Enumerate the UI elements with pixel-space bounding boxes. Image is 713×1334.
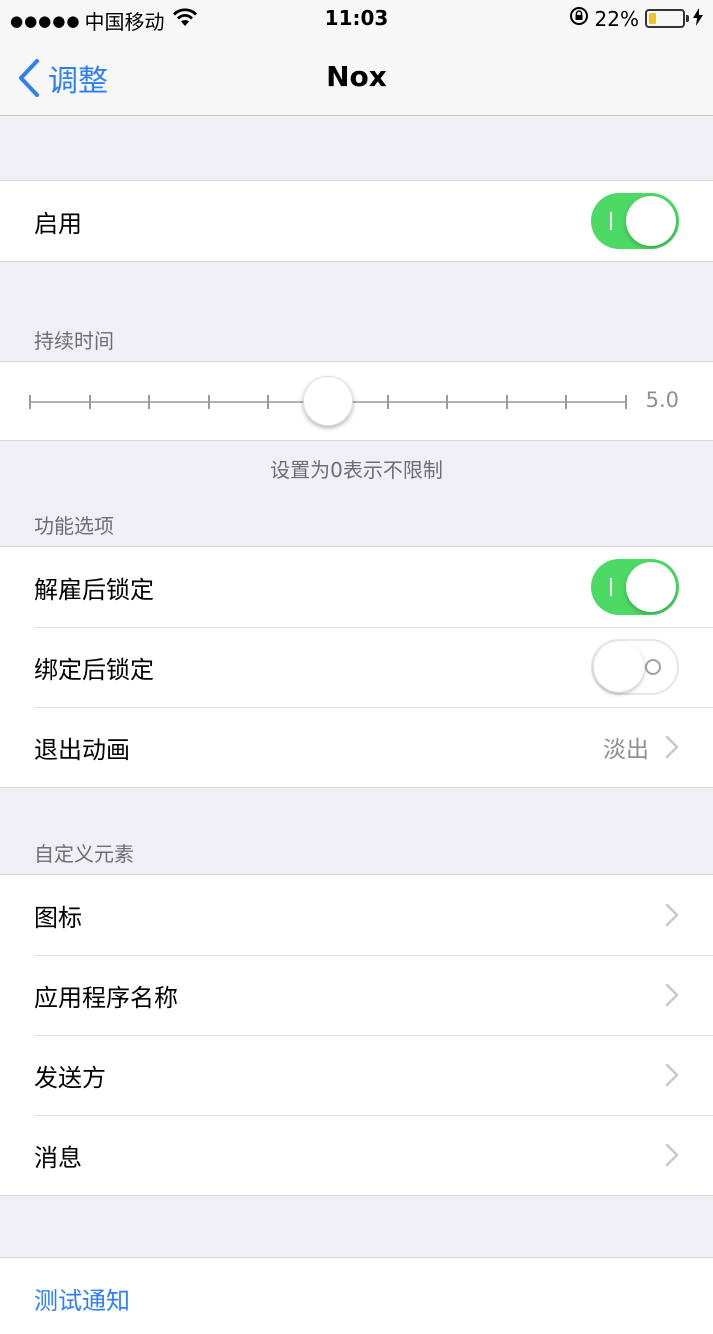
custom-item-label: 应用程序名称 <box>34 983 178 1012</box>
enable-cell: 启用 <box>0 181 713 261</box>
slider-tick <box>267 395 270 409</box>
custom-item-label: 发送方 <box>34 1063 106 1092</box>
switch-on-mark-icon <box>610 212 612 230</box>
enable-label: 启用 <box>34 209 82 238</box>
test-group: 测试通知 <box>0 1257 713 1334</box>
switch-on-mark-icon <box>610 578 612 596</box>
duration-group: 5.0 <box>0 361 713 441</box>
test-notification-label: 测试通知 <box>34 1286 130 1315</box>
rotation-lock-icon <box>569 6 589 31</box>
chevron-right-icon <box>665 1063 679 1087</box>
exit-animation-value: 淡出 <box>603 737 649 763</box>
page-title: Nox <box>326 60 387 93</box>
status-bar-right: 22% <box>569 6 703 31</box>
duration-footer: 设置为0表示不限制 <box>270 458 443 482</box>
chevron-right-icon <box>665 903 679 927</box>
chevron-right-icon <box>665 1143 679 1167</box>
test-notification-button[interactable]: 测试通知 <box>0 1258 713 1334</box>
dismiss-lock-label: 解雇后锁定 <box>34 575 154 604</box>
switch-knob <box>594 642 644 692</box>
switch-off-mark-icon <box>645 659 661 675</box>
battery-fill <box>649 13 656 24</box>
slider-tick <box>148 395 151 409</box>
cell-accessory <box>649 983 713 1007</box>
slider-tick <box>386 395 389 409</box>
battery-icon <box>645 9 689 28</box>
bind-lock-label: 绑定后锁定 <box>34 655 154 684</box>
enable-switch[interactable] <box>591 193 679 249</box>
custom-item-sender[interactable]: 发送方 <box>0 1035 713 1115</box>
exit-animation-value-wrap: 淡出 <box>603 730 713 764</box>
custom-item-icon[interactable]: 图标 <box>0 875 713 955</box>
slider-tick <box>446 395 449 409</box>
bind-lock-switch[interactable] <box>591 639 679 695</box>
duration-slider[interactable]: 5.0 <box>0 362 713 440</box>
dismiss-lock-cell: 解雇后锁定 <box>0 547 713 627</box>
slider-tick <box>505 395 508 409</box>
cell-accessory <box>649 1143 713 1167</box>
custom-item-label: 消息 <box>34 1143 82 1172</box>
slider-tick <box>207 395 210 409</box>
slider-tick <box>625 395 627 409</box>
battery-percentage: 22% <box>594 6 639 31</box>
status-bar: ●●●●● 中国移动 11:03 22% <box>0 0 713 38</box>
exit-animation-cell[interactable]: 退出动画 淡出 <box>0 707 713 787</box>
slider-thumb[interactable] <box>303 376 353 426</box>
custom-group: 图标 应用程序名称 发送方 消息 <box>0 874 713 1196</box>
duration-header: 持续时间 <box>34 329 114 353</box>
dismiss-lock-switch[interactable] <box>591 559 679 615</box>
slider-tick <box>29 395 31 409</box>
features-group: 解雇后锁定 绑定后锁定 退出动画 淡出 <box>0 546 713 788</box>
switch-knob <box>626 562 676 612</box>
exit-animation-label: 退出动画 <box>34 735 130 764</box>
chevron-right-icon <box>665 983 679 1007</box>
switch-knob <box>626 196 676 246</box>
slider-tick <box>565 395 568 409</box>
slider-tick <box>88 395 91 409</box>
features-header: 功能选项 <box>34 514 114 538</box>
custom-item-message[interactable]: 消息 <box>0 1115 713 1195</box>
cell-accessory <box>649 903 713 927</box>
slider-value-label: 5.0 <box>645 388 679 412</box>
charging-bolt-icon <box>693 7 703 31</box>
custom-item-app-name[interactable]: 应用程序名称 <box>0 955 713 1035</box>
navigation-bar: 调整 Nox <box>0 38 713 116</box>
custom-item-label: 图标 <box>34 903 82 932</box>
cell-accessory <box>649 1063 713 1087</box>
bind-lock-cell: 绑定后锁定 <box>0 627 713 707</box>
custom-header: 自定义元素 <box>34 842 134 866</box>
chevron-right-icon <box>665 735 679 759</box>
enable-group: 启用 <box>0 180 713 262</box>
